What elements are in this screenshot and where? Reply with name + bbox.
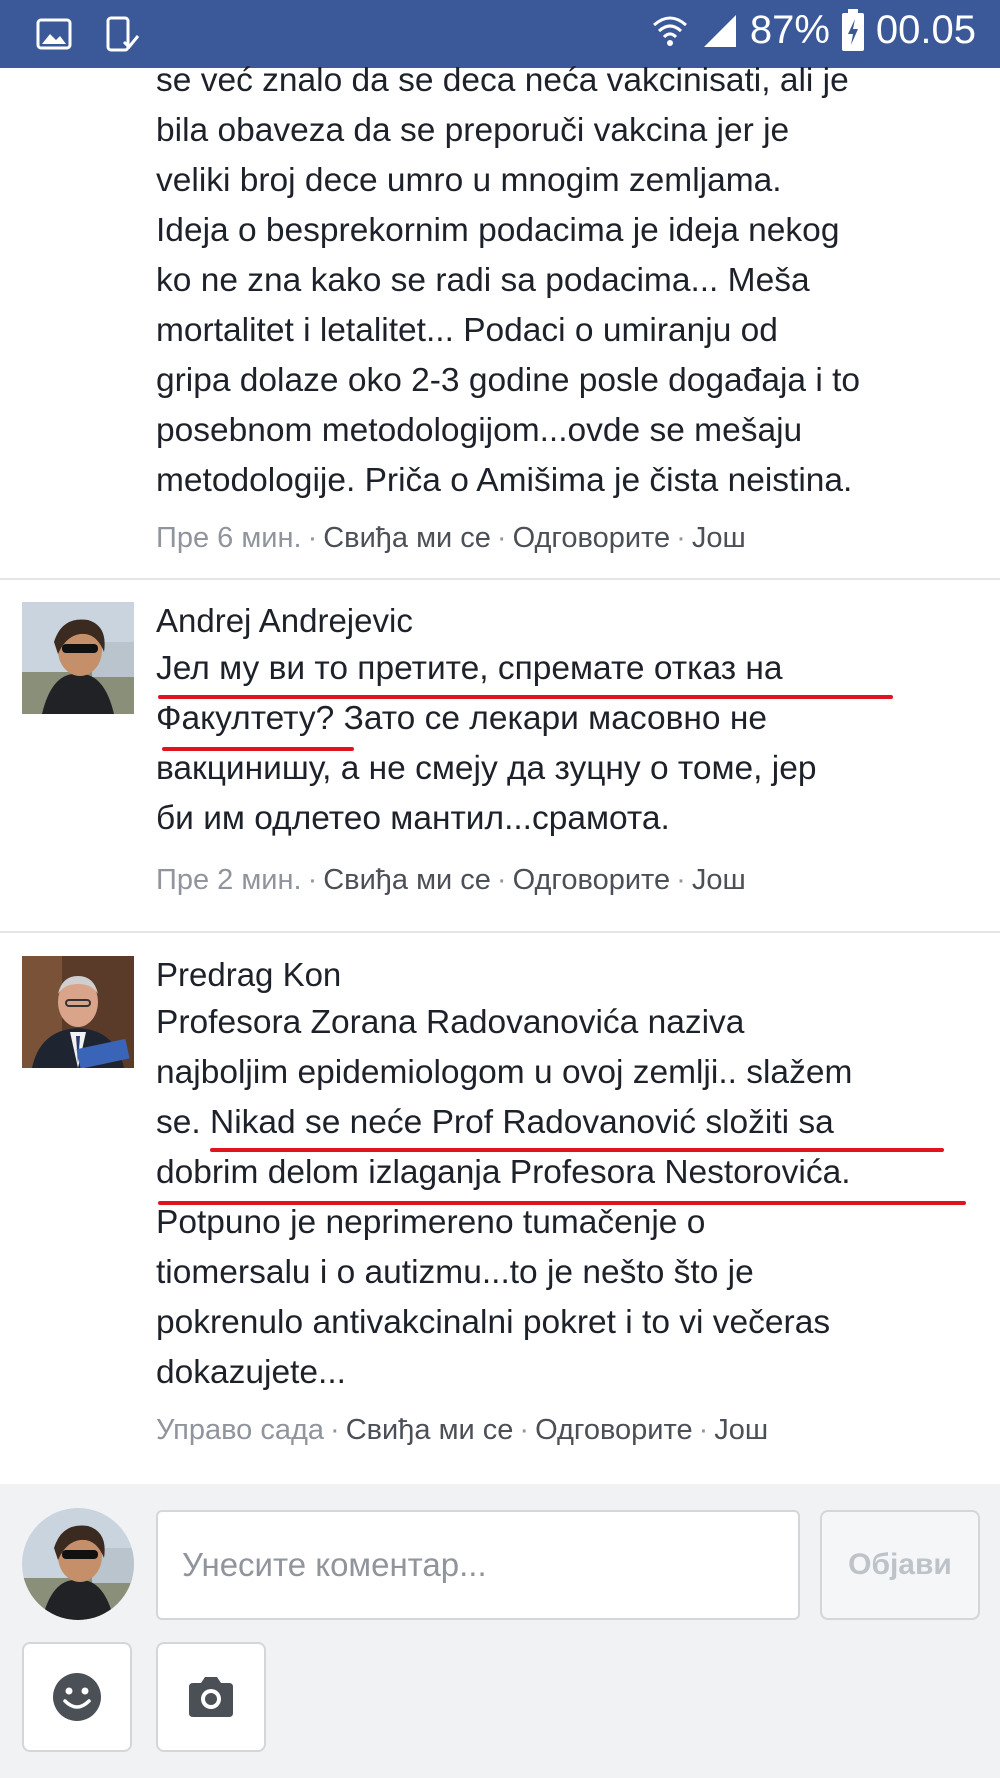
highlight-underline: [162, 747, 354, 751]
battery-charging-icon: [841, 8, 864, 51]
comment-line: ko ne zna kako se radi sa podacima... Me…: [156, 262, 810, 299]
reply-link[interactable]: Одговорите: [513, 522, 671, 554]
comment-line: se već znalo da se deca neća vakcinisati…: [156, 62, 849, 99]
comment-meta: Управо сада · Свиђа ми се · Одговорите · Још: [156, 1414, 769, 1446]
comment-text: se već znalo da se deca neća vakcinisati…: [156, 56, 986, 506]
comment-text: Profesora Zorana Radovanovića naziva naj…: [156, 998, 986, 1398]
phone-check-icon: [106, 16, 140, 52]
like-link[interactable]: Свиђа ми се: [323, 864, 491, 896]
more-link[interactable]: Још: [692, 864, 746, 896]
comment-line: Јел му ви то претите, спремате отказ на: [156, 650, 783, 687]
camera-icon: [189, 1677, 233, 1717]
reply-link[interactable]: Одговорите: [513, 864, 671, 896]
comment-line: veliki broj dece umro u mnogim zemljama.: [156, 162, 782, 199]
comment-meta: Пре 6 мин. · Свиђа ми се · Одговорите · Још: [156, 522, 746, 554]
comment-line: bila obaveza da se preporuči vakcina jer…: [156, 112, 790, 149]
wifi-icon: [652, 16, 687, 46]
avatar[interactable]: [22, 956, 134, 1068]
comment-text: Јел му ви то претите, спремате отказ на …: [156, 644, 986, 844]
signal-icon: [703, 14, 736, 47]
comment-time: Пре 2 мин.: [156, 864, 302, 896]
more-link[interactable]: Још: [692, 522, 746, 554]
highlight-underline: [158, 1201, 966, 1205]
comment-line: se. Nikad se neće Prof Radovanović složi…: [156, 1104, 834, 1141]
more-link[interactable]: Још: [714, 1414, 768, 1446]
comment-line: dobrim delom izlaganja Profesora Nestoro…: [156, 1154, 851, 1191]
highlight-underline: [158, 695, 893, 699]
emoji-button[interactable]: [22, 1642, 132, 1752]
comment-time: Управо сада: [156, 1414, 325, 1446]
battery-percent: 87%: [749, 8, 830, 52]
clock: 00.05: [875, 8, 976, 52]
reply-link[interactable]: Одговорите: [535, 1414, 693, 1446]
comment-line: Ideja o besprekornim podacima je ideja n…: [156, 212, 840, 249]
comment-line: posebnom metodologijom...ovde se mešaju: [156, 412, 803, 449]
camera-button[interactable]: [156, 1642, 266, 1752]
comment-line: dokazujete...: [156, 1354, 346, 1391]
comment-author[interactable]: Predrag Kon: [156, 956, 986, 994]
comment-input[interactable]: Унесите коментар...: [156, 1510, 800, 1620]
emoji-icon: [53, 1673, 101, 1721]
post-button[interactable]: Објави: [820, 1510, 980, 1620]
comment-line: Факултету? Зато се лекари масовно не: [156, 700, 767, 737]
comment-line: gripa dolaze oko 2-3 godine posle događa…: [156, 362, 861, 399]
composer-avatar: [22, 1508, 134, 1620]
comment-line: би им одлетео мантил...срамота.: [156, 800, 670, 837]
comment-author[interactable]: Andrej Andrejevic: [156, 602, 986, 640]
divider: [0, 578, 1000, 580]
comment-line: pokrenulo antivakcinalni pokret i to vi …: [156, 1304, 831, 1341]
like-link[interactable]: Свиђа ми се: [346, 1414, 514, 1446]
highlight-underline: [210, 1148, 944, 1152]
comment-line: вакцинишу, а не смеју да зуцну о томе, ј…: [156, 750, 817, 787]
like-link[interactable]: Свиђа ми се: [323, 522, 491, 554]
comment-line: tiomersalu i o autizmu...to je nešto što…: [156, 1254, 754, 1291]
avatar[interactable]: [22, 602, 134, 714]
comment-line: najboljim epidemiologom u ovoj zemlji.. …: [156, 1054, 853, 1091]
divider: [0, 931, 1000, 933]
comment-line: metodologije. Priča o Amišima je čista n…: [156, 462, 853, 499]
comment-line: Profesora Zorana Radovanovića naziva: [156, 1004, 745, 1041]
image-icon: [36, 18, 72, 50]
comment-line: Potpuno je neprimereno tumačenje o: [156, 1204, 706, 1241]
comment-meta: Пре 2 мин. · Свиђа ми се · Одговорите · Још: [156, 864, 746, 896]
comment-time: Пре 6 мин.: [156, 522, 302, 554]
comment-line: mortalitet i letalitet... Podaci o umira…: [156, 312, 778, 349]
